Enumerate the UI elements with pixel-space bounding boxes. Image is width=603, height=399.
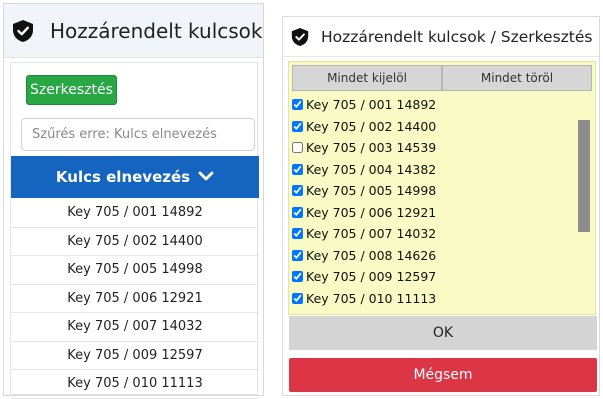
clear-all-button[interactable]: Mindet töröl — [442, 65, 592, 91]
checkbox-item[interactable]: Key 705 / 001 14892 — [292, 94, 572, 116]
checkbox-item[interactable]: Key 705 / 003 14539 — [292, 137, 572, 159]
checkbox-label: Key 705 / 002 14400 — [306, 118, 437, 134]
list-item: Key 705 / 005 14998 — [11, 256, 259, 285]
checkbox-list: Key 705 / 001 14892 Key 705 / 002 14400 … — [292, 94, 572, 309]
list-item: Key 705 / 001 14892 — [11, 199, 259, 228]
cancel-button[interactable]: Mégsem — [289, 358, 597, 392]
edit-button[interactable]: Szerkesztés — [26, 75, 117, 105]
panel-title: Hozzárendelt kulcsok — [50, 18, 263, 43]
assigned-keys-panel: Hozzárendelt kulcsok Szerkesztés Kulcs e… — [3, 3, 264, 399]
dialog-header: Hozzárendelt kulcsok / Szerkesztés — [283, 17, 599, 57]
list-item: Key 705 / 009 12597 — [11, 342, 259, 370]
ok-button[interactable]: OK — [289, 316, 597, 350]
checkbox-label: Key 705 / 007 14032 — [306, 226, 437, 242]
list-item: Key 705 / 002 14400 — [11, 228, 259, 256]
checkbox[interactable] — [292, 185, 303, 197]
checkbox-label: Key 705 / 005 14998 — [306, 183, 437, 199]
checkbox-label: Key 705 / 004 14382 — [306, 161, 437, 177]
column-header-key-name[interactable]: Kulcs elnevezés — [11, 156, 259, 198]
checkbox-item[interactable]: Key 705 / 004 14382 — [292, 159, 572, 181]
checkbox-label: Key 705 / 001 14892 — [306, 97, 437, 113]
shield-check-icon — [12, 19, 34, 43]
checklist-panel: Mindet kijelöl Mindet töröl Key 705 / 00… — [288, 61, 596, 315]
list-item: Key 705 / 010 11113 — [11, 370, 259, 399]
checkbox-item[interactable]: Key 705 / 010 11113 — [292, 288, 572, 310]
list-item: Key 705 / 007 14032 — [11, 313, 259, 342]
panel-body: Szerkesztés Kulcs elnevezés Key 705 / 00… — [10, 62, 259, 399]
checkbox[interactable] — [292, 206, 303, 218]
checkbox[interactable] — [292, 292, 303, 304]
checkbox-label: Key 705 / 008 14626 — [306, 247, 437, 263]
dialog-title: Hozzárendelt kulcsok / Szerkesztés — [321, 27, 593, 46]
select-all-button[interactable]: Mindet kijelöl — [292, 65, 442, 91]
checkbox-item[interactable]: Key 705 / 009 12597 — [292, 266, 572, 288]
column-header-label: Kulcs elnevezés — [55, 168, 191, 186]
scrollbar-thumb[interactable] — [578, 120, 590, 232]
chevron-down-icon — [190, 168, 214, 186]
checkbox-label: Key 705 / 006 12921 — [306, 204, 437, 220]
checkbox[interactable] — [292, 249, 303, 261]
checkbox[interactable] — [292, 271, 303, 283]
key-list: Key 705 / 001 14892 Key 705 / 002 14400 … — [11, 199, 259, 399]
checkbox[interactable] — [292, 163, 303, 175]
edit-dialog: Hozzárendelt kulcsok / Szerkesztés Minde… — [282, 16, 600, 396]
checkbox-item[interactable]: Key 705 / 008 14626 — [292, 245, 572, 267]
checkbox-item[interactable]: Key 705 / 007 14032 — [292, 223, 572, 245]
checkbox-label: Key 705 / 009 12597 — [306, 269, 437, 285]
shield-check-icon — [291, 27, 309, 47]
selection-buttons: Mindet kijelöl Mindet töröl — [292, 65, 592, 91]
checkbox-label: Key 705 / 010 11113 — [306, 290, 437, 306]
checkbox-label: Key 705 / 003 14539 — [306, 140, 437, 156]
list-item: Key 705 / 006 12921 — [11, 285, 259, 313]
filter-input[interactable] — [21, 118, 255, 151]
checkbox[interactable] — [292, 99, 303, 111]
checkbox[interactable] — [292, 142, 303, 154]
checkbox-item[interactable]: Key 705 / 002 14400 — [292, 116, 572, 138]
scrollbar[interactable] — [578, 104, 590, 304]
checkbox-item[interactable]: Key 705 / 006 12921 — [292, 202, 572, 224]
checkbox[interactable] — [292, 120, 303, 132]
checkbox[interactable] — [292, 228, 303, 240]
checkbox-item[interactable]: Key 705 / 005 14998 — [292, 180, 572, 202]
panel-header: Hozzárendelt kulcsok — [4, 4, 263, 58]
